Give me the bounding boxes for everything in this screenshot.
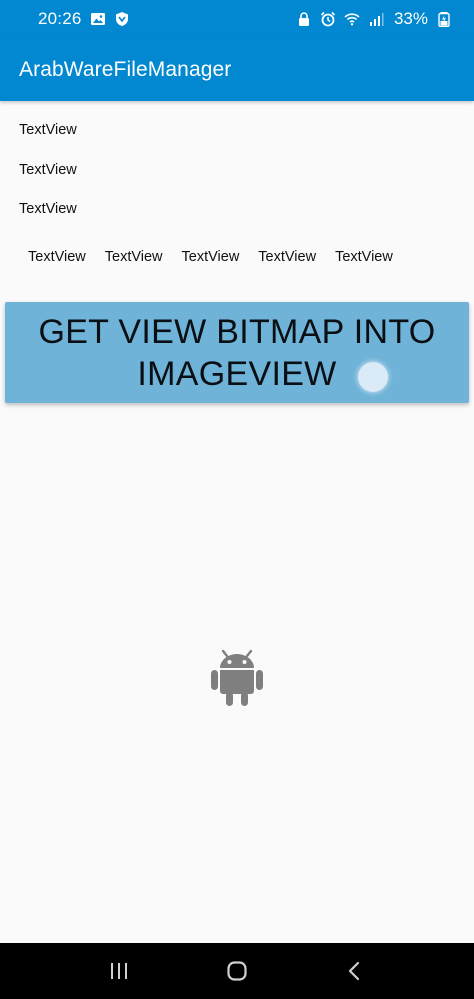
image-icon: [90, 11, 106, 27]
row-text-view-3: TextView: [181, 249, 240, 265]
battery-level: 33%: [393, 9, 428, 28]
app-bar: ArabWareFileManager: [0, 38, 474, 101]
status-left: 20:26: [38, 9, 130, 29]
home-icon: [227, 961, 247, 981]
status-bar: 20:26 33%: [0, 0, 474, 38]
get-view-bitmap-button-label: GET VIEW BITMAP INTO IMAGEVIEW: [38, 312, 436, 393]
screen: 20:26 33% ArabWareFileManager TextView T…: [0, 0, 474, 999]
android-icon: [211, 649, 263, 706]
touch-ripple: [358, 362, 388, 392]
row-text-view-2: TextView: [104, 249, 163, 265]
recent-apps-icon: [111, 963, 127, 979]
text-view-1: TextView: [19, 122, 77, 138]
image-view: [211, 648, 263, 706]
text-view-3: TextView: [19, 201, 77, 217]
app-title: ArabWareFileManager: [19, 57, 232, 81]
get-view-bitmap-button[interactable]: GET VIEW BITMAP INTO IMAGEVIEW: [5, 302, 469, 403]
navigation-bar: [0, 943, 474, 999]
row-text-view-1: TextView: [28, 249, 86, 265]
status-right: 33%: [296, 9, 452, 29]
row-text-view-4: TextView: [258, 249, 317, 265]
shield-app-icon: [114, 11, 130, 27]
battery-icon: [436, 11, 452, 27]
home-button[interactable]: [217, 951, 257, 991]
row-text-view-5: TextView: [335, 249, 393, 265]
recent-apps-button[interactable]: [99, 951, 139, 991]
back-button[interactable]: [335, 951, 375, 991]
text-view-2: TextView: [19, 162, 77, 178]
lock-icon: [296, 11, 312, 27]
signal-icon: [368, 11, 384, 27]
wifi-icon: [344, 11, 360, 27]
content-area: TextView TextView TextView TextView Text…: [0, 101, 474, 943]
text-view-row: TextView TextView TextView TextView Text…: [28, 249, 393, 265]
back-icon: [348, 961, 360, 981]
alarm-icon: [320, 11, 336, 27]
status-time: 20:26: [38, 9, 82, 28]
